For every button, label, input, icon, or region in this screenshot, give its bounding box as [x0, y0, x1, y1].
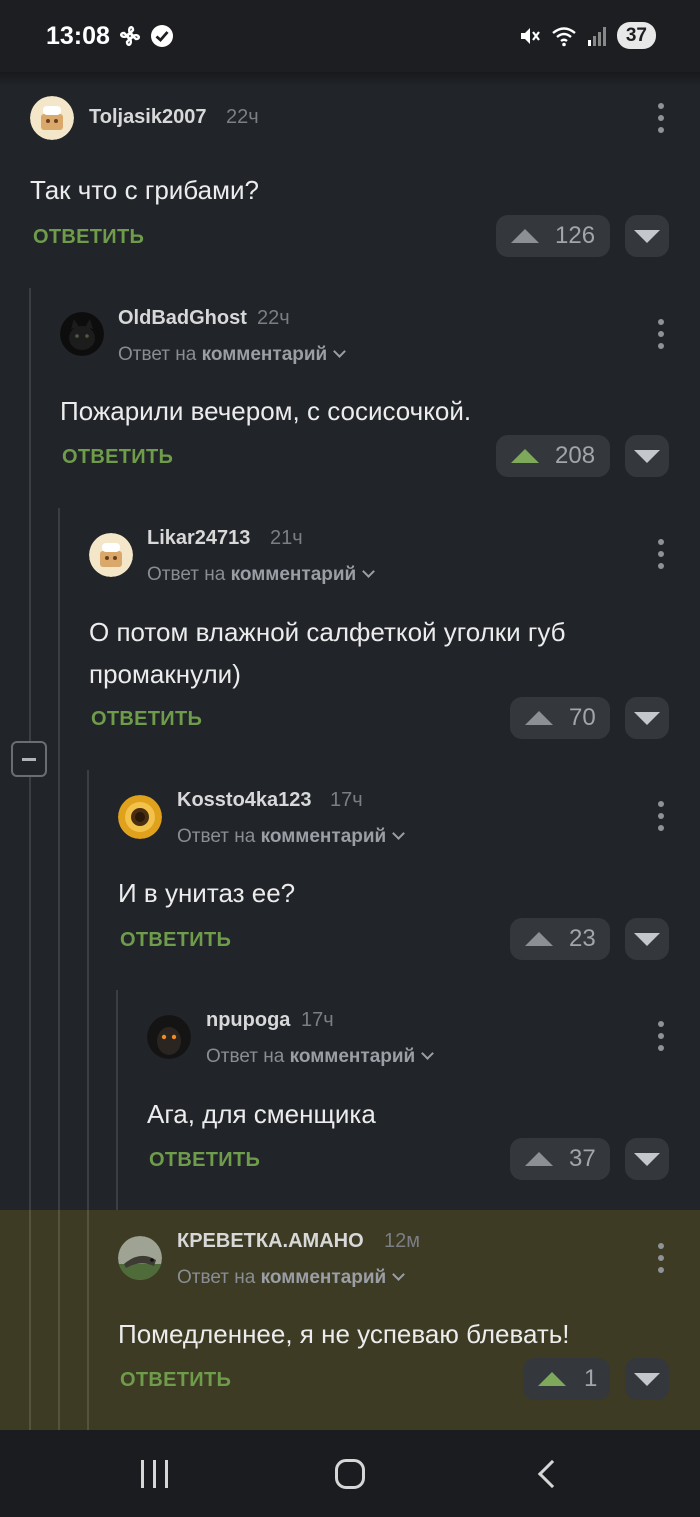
home-icon[interactable] [335, 1459, 365, 1489]
upvote-button[interactable]: 1 [523, 1358, 610, 1400]
chevron-down-icon [392, 1268, 406, 1281]
comment-text: Пожарили вечером, с сосисочкой. [60, 396, 472, 426]
comment: Kossto4ka123 17ч Ответ на комментарий И … [0, 778, 700, 978]
arrow-down-icon [634, 229, 660, 243]
comment-text: О потом влажной салфеткой уголки губ про… [89, 617, 566, 689]
vote-count: 208 [555, 442, 596, 469]
upvote-button[interactable]: 37 [510, 1138, 610, 1180]
comment: Toljasik2007 22ч Так что с грибами? ОТВЕ… [0, 86, 700, 276]
vote-count: 1 [584, 1365, 598, 1392]
vote-count: 37 [569, 1145, 596, 1172]
arrow-down-icon [634, 1372, 660, 1386]
more-options-icon[interactable] [657, 319, 665, 349]
chevron-down-icon [362, 565, 376, 578]
arrow-down-icon [634, 932, 660, 946]
more-options-icon[interactable] [657, 103, 665, 133]
avatar[interactable] [60, 312, 104, 356]
arrow-down-icon [634, 1152, 660, 1166]
mute-icon [520, 27, 540, 44]
avatar[interactable] [30, 96, 74, 140]
author-name[interactable]: npupoga [206, 1009, 290, 1032]
arrow-up-icon [525, 932, 553, 946]
signal-icon [587, 26, 606, 46]
author-name[interactable]: Likar24713 [147, 527, 250, 550]
arrow-down-icon [634, 711, 660, 725]
system-navigation-bar [0, 1430, 700, 1517]
comment-time: 22ч [226, 106, 259, 128]
more-options-icon[interactable] [657, 801, 665, 831]
comment: OldBadGhost 22ч Ответ на комментарий Пож… [0, 296, 700, 496]
comment-time: 12м [384, 1230, 420, 1252]
more-options-icon[interactable] [657, 539, 665, 569]
reply-button[interactable]: ОТВЕТИТЬ [120, 929, 231, 952]
upvote-button[interactable]: 70 [510, 697, 610, 739]
avatar[interactable] [147, 1015, 191, 1059]
downvote-button[interactable] [625, 215, 669, 257]
comment: Likar24713 21ч Ответ на комментарий О по… [0, 516, 700, 756]
more-options-icon[interactable] [657, 1243, 665, 1273]
status-bar: 13:08 37 [0, 0, 700, 72]
author-name[interactable]: КРЕВЕТКА.АМАНО [177, 1230, 364, 1253]
reply-to-link[interactable]: Ответ на комментарий [118, 344, 347, 366]
reply-button[interactable]: ОТВЕТИТЬ [62, 446, 173, 469]
comment-time: 22ч [257, 307, 290, 329]
downvote-button[interactable] [625, 1358, 669, 1400]
battery-indicator: 37 [616, 22, 656, 49]
avatar[interactable] [89, 533, 133, 577]
reply-button[interactable]: ОТВЕТИТЬ [120, 1369, 231, 1392]
vote-count: 126 [555, 222, 596, 249]
reply-button[interactable]: ОТВЕТИТЬ [91, 708, 202, 731]
reply-to-link[interactable]: Ответ на комментарий [147, 564, 376, 586]
more-options-icon[interactable] [657, 1021, 665, 1051]
comment-time: 21ч [270, 527, 303, 549]
reply-button[interactable]: ОТВЕТИТЬ [33, 226, 144, 249]
wifi-icon [552, 26, 576, 46]
vote-count: 70 [569, 704, 596, 731]
author-name[interactable]: OldBadGhost [118, 307, 247, 330]
vote-count: 23 [569, 925, 596, 952]
back-icon[interactable] [537, 1459, 567, 1489]
chevron-down-icon [333, 345, 347, 358]
comment-text: Помедленнее, я не успеваю блевать! [118, 1319, 570, 1349]
avatar[interactable] [118, 795, 162, 839]
reply-to-link[interactable]: Ответ на комментарий [206, 1046, 435, 1068]
author-name[interactable]: Kossto4ka123 [177, 789, 312, 812]
upvote-button[interactable]: 208 [496, 435, 610, 477]
comment-highlighted: КРЕВЕТКА.АМАНО 12м Ответ на комментарий … [0, 1210, 700, 1430]
comment-text: И в унитаз ее? [118, 878, 296, 908]
chevron-down-icon [392, 827, 406, 840]
downvote-button[interactable] [625, 918, 669, 960]
arrow-up-icon [538, 1372, 566, 1386]
author-name[interactable]: Toljasik2007 [89, 106, 206, 129]
downvote-button[interactable] [625, 697, 669, 739]
comment-text: Ага, для сменщика [147, 1099, 376, 1129]
upvote-button[interactable]: 23 [510, 918, 610, 960]
arrow-up-icon [511, 229, 539, 243]
comment: npupoga 17ч Ответ на комментарий Ага, дл… [0, 998, 700, 1198]
avatar[interactable] [118, 1236, 162, 1280]
reply-button[interactable]: ОТВЕТИТЬ [149, 1149, 260, 1172]
downvote-button[interactable] [625, 1138, 669, 1180]
status-time: 13:08 [46, 22, 110, 50]
arrow-up-icon [525, 1152, 553, 1166]
upvote-button[interactable]: 126 [496, 215, 610, 257]
comment-text: Так что с грибами? [30, 175, 259, 205]
fan-icon [120, 26, 140, 46]
comment-time: 17ч [330, 789, 363, 811]
chevron-down-icon [421, 1047, 435, 1060]
recent-apps-icon[interactable] [141, 1460, 168, 1488]
reply-to-link[interactable]: Ответ на комментарий [177, 1267, 406, 1289]
comment-time: 17ч [301, 1009, 334, 1031]
arrow-down-icon [634, 449, 660, 463]
check-circle-icon [151, 25, 173, 47]
arrow-up-icon [511, 449, 539, 463]
reply-to-link[interactable]: Ответ на комментарий [177, 826, 406, 848]
arrow-up-icon [525, 711, 553, 725]
downvote-button[interactable] [625, 435, 669, 477]
